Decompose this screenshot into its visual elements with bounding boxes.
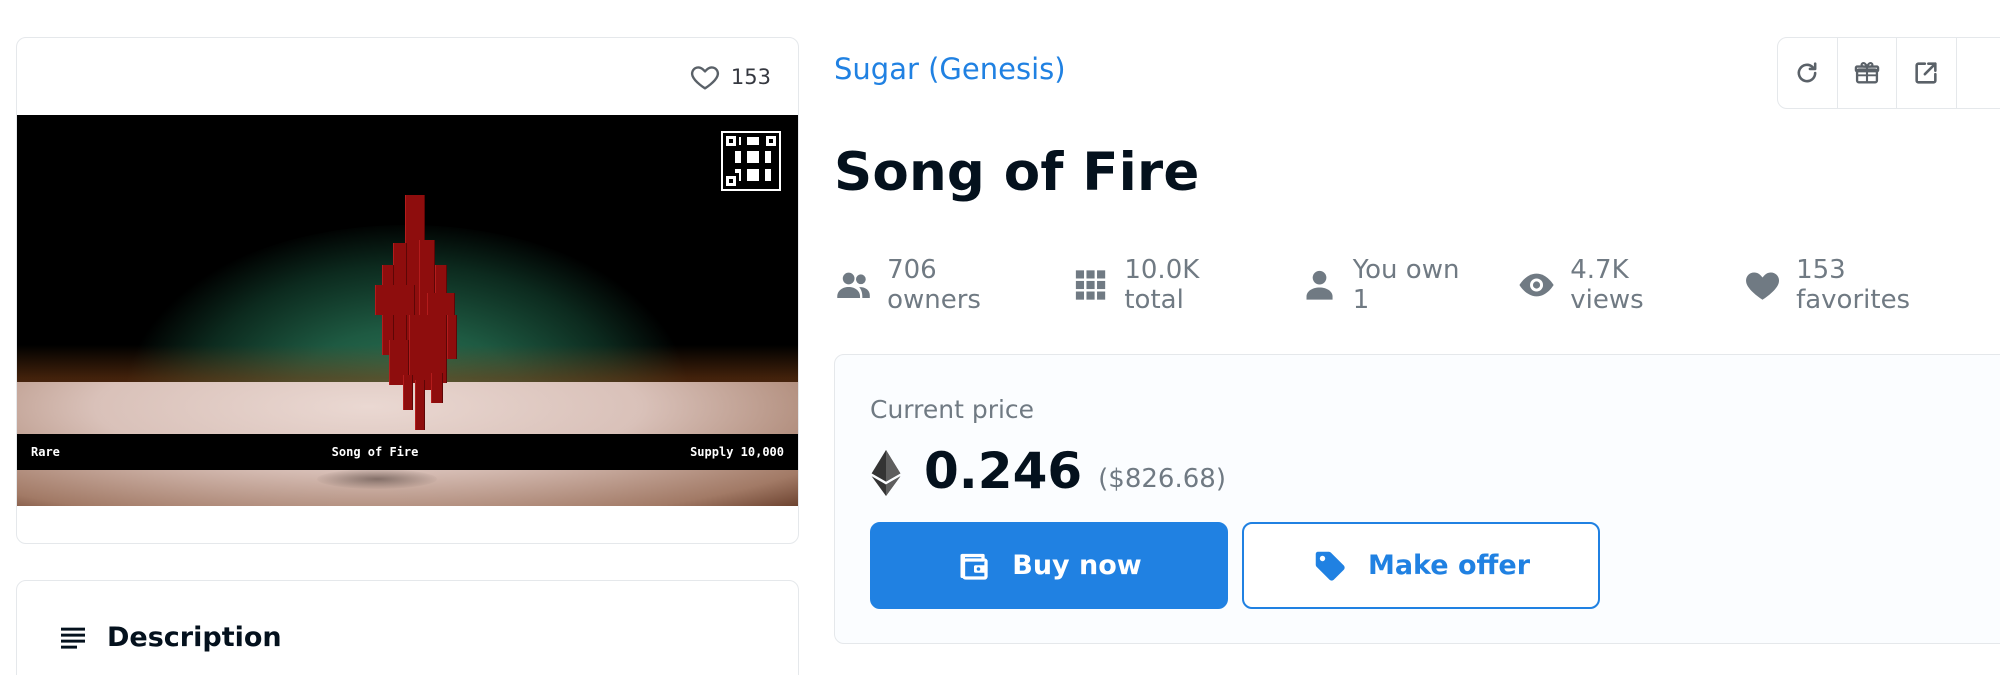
owners-stat[interactable]: 706 owners <box>834 255 1035 315</box>
artwork-caption-bar: Rare Song of Fire Supply 10,000 <box>17 434 798 470</box>
total-count: 10.0K total <box>1124 255 1200 315</box>
price-usd: ($826.68) <box>1098 464 1226 494</box>
item-toolbar <box>1777 37 2000 109</box>
rarity-label: Rare <box>31 445 60 459</box>
item-stats: 706 owners 10.0K total You own 1 4.7K vi… <box>834 255 2000 315</box>
you-own-count: You own 1 <box>1352 255 1460 315</box>
owners-count: 706 owners <box>887 255 981 315</box>
media-card: 153 Rare Song of Fire Supply 10,000 <box>16 37 799 544</box>
external-link-icon <box>1915 62 1937 84</box>
make-offer-label: Make offer <box>1367 550 1531 581</box>
views-stat: 4.7K views <box>1517 255 1707 315</box>
list-icon <box>61 627 85 649</box>
eye-icon <box>1519 273 1554 297</box>
views-count: 4.7K views <box>1570 255 1644 315</box>
media-header: 153 <box>17 38 798 115</box>
refresh-button[interactable] <box>1778 38 1838 108</box>
description-header[interactable]: Description <box>17 581 798 653</box>
item-title: Song of Fire <box>834 142 1200 203</box>
favorite-count: 153 <box>730 64 771 89</box>
person-icon <box>1306 270 1333 300</box>
price-amount: 0.246 <box>924 442 1083 500</box>
total-stat: 10.0K total <box>1071 255 1263 315</box>
price-label: Current price <box>870 395 1035 424</box>
description-title: Description <box>107 621 282 653</box>
favorite-toggle[interactable]: 153 <box>689 61 771 93</box>
make-offer-button[interactable]: Make offer <box>1242 522 1600 609</box>
price-panel: Current price 0.246 ($826.68) Buy now Ma… <box>834 354 2000 644</box>
tag-icon <box>1315 551 1345 581</box>
artwork-name-label: Song of Fire <box>331 445 419 459</box>
ethereum-icon <box>871 450 901 496</box>
you-own-stat: You own 1 <box>1300 255 1482 315</box>
price-row: 0.246 ($826.68) <box>870 443 1226 499</box>
wallet-icon <box>960 553 988 580</box>
favorites-count: 153 favorites <box>1796 255 1911 315</box>
refresh-icon <box>1797 62 1817 83</box>
open-external-button[interactable] <box>1897 38 1957 108</box>
transfer-gift-button[interactable] <box>1838 38 1898 108</box>
more-options-button[interactable] <box>1957 38 2000 108</box>
owners-icon <box>837 272 870 299</box>
gift-icon <box>1854 62 1880 84</box>
grid-icon <box>1076 270 1106 300</box>
qr-code-image <box>721 131 781 191</box>
collection-link[interactable]: Sugar (Genesis) <box>834 52 1066 86</box>
buy-now-label: Buy now <box>1012 550 1142 581</box>
description-panel[interactable]: Description <box>16 580 799 675</box>
heart-filled-icon <box>1746 272 1780 300</box>
supply-label: Supply 10,000 <box>690 445 784 459</box>
favorites-stat[interactable]: 153 favorites <box>1743 255 1964 315</box>
buy-now-button[interactable]: Buy now <box>870 522 1228 609</box>
heart-outline-icon <box>690 65 719 90</box>
